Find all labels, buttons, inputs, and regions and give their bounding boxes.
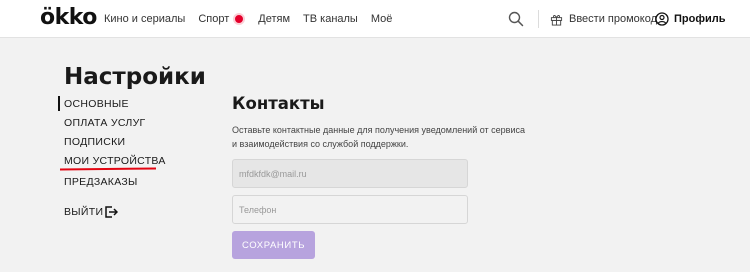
nav-item-sport-label: Спорт — [198, 13, 230, 25]
top-header: ökko Кино и сериалы Спорт Детям ТВ канал… — [0, 0, 750, 38]
user-icon — [655, 12, 669, 26]
save-button[interactable]: СОХРАНИТЬ — [232, 231, 315, 259]
okko-logo[interactable]: ökko — [40, 4, 97, 32]
red-underline-annotation — [59, 167, 157, 171]
nav-item-movies[interactable]: Кино и сериалы — [104, 13, 185, 25]
nav-item-sport[interactable]: Спорт — [198, 13, 246, 25]
nav-item-kids[interactable]: Детям — [258, 13, 290, 25]
promo-code-label: Ввести промокод — [569, 13, 658, 25]
gift-icon — [550, 14, 563, 26]
sidebar-item-my-devices[interactable]: МОИ УСТРОЙСТВА — [64, 155, 166, 167]
active-item-indicator — [58, 96, 60, 111]
sidebar-item-main[interactable]: ОСНОВНЫЕ — [64, 98, 129, 110]
logout-label: ВЫЙТИ — [64, 206, 104, 218]
search-icon[interactable] — [508, 11, 524, 27]
main-nav: Кино и сериалы Спорт Детям ТВ каналы Моё — [104, 0, 405, 38]
profile-button[interactable]: Профиль — [655, 0, 725, 38]
promo-code-button[interactable]: Ввести промокод — [550, 0, 657, 38]
sidebar-item-subscriptions[interactable]: ПОДПИСКИ — [64, 136, 125, 148]
nav-item-tv[interactable]: ТВ каналы — [303, 13, 358, 25]
logout-button[interactable]: ВЫЙТИ — [64, 206, 103, 218]
sidebar-item-payment[interactable]: ОПЛАТА УСЛУГ — [64, 117, 146, 129]
profile-label: Профиль — [674, 13, 726, 25]
header-divider — [538, 10, 539, 28]
section-description: Оставьте контактные данные для получения… — [232, 125, 525, 149]
email-field[interactable] — [232, 159, 468, 188]
phone-field[interactable] — [232, 195, 468, 224]
logout-icon[interactable] — [104, 205, 118, 219]
nav-item-my[interactable]: Моё — [371, 13, 393, 25]
page-title: Настройки — [64, 64, 206, 90]
sidebar-item-preorders[interactable]: ПРЕДЗАКАЗЫ — [64, 176, 138, 188]
section-title: Контакты — [232, 94, 325, 113]
live-indicator-icon — [233, 13, 246, 25]
